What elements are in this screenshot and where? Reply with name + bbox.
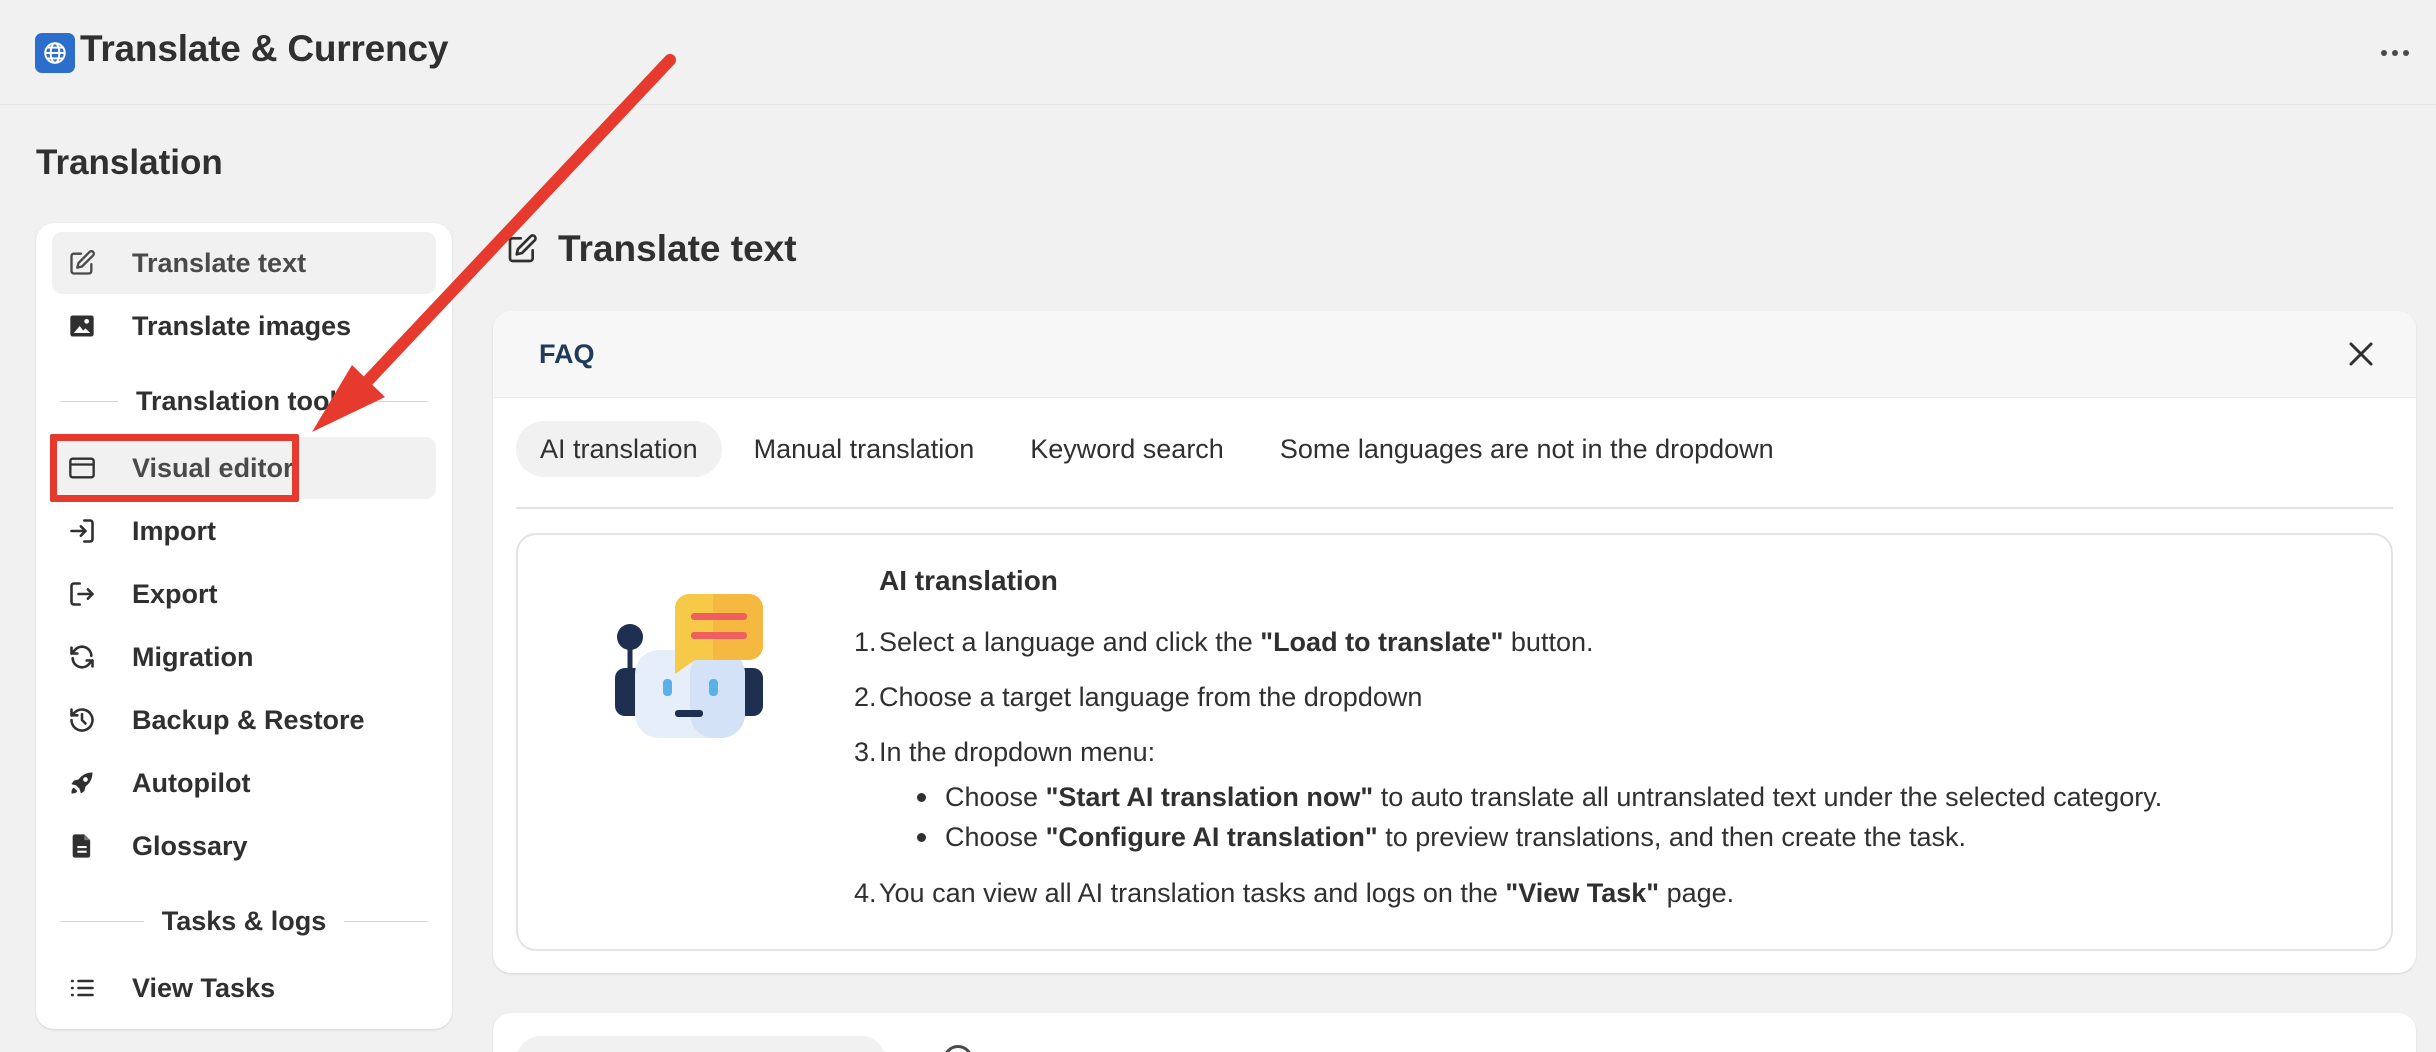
- step-text: Choose a target language from the dropdo…: [879, 682, 1423, 712]
- section-tasks-logs: Tasks & logs: [60, 903, 428, 939]
- step-number: 4.: [854, 878, 877, 908]
- step-text: In the dropdown menu:: [879, 737, 1156, 767]
- bottom-tab[interactable]: [516, 1036, 886, 1052]
- edit-icon: [68, 249, 96, 277]
- main-title: Translate text: [558, 228, 797, 269]
- step-text: to auto translate all untranslated text …: [1373, 782, 2163, 812]
- sidebar-item-import[interactable]: Import: [52, 500, 436, 562]
- step-bold-text: "Load to translate": [1260, 627, 1504, 657]
- divider: [60, 400, 118, 402]
- robot-chat-icon: [615, 594, 763, 738]
- import-icon: [68, 517, 96, 545]
- faq-header: FAQ: [493, 311, 2416, 398]
- tabs-divider: [516, 507, 2393, 509]
- sub-list: Choose "Start AI translation now" to aut…: [879, 777, 2354, 857]
- step-text: button.: [1503, 627, 1594, 657]
- step-3: 3. In the dropdown menu: Choose "Start A…: [854, 735, 2354, 857]
- edit-icon: [506, 233, 538, 265]
- close-button[interactable]: [2343, 336, 2379, 372]
- sidebar-item-translate-text[interactable]: Translate text: [52, 232, 436, 294]
- list-icon: [68, 974, 96, 1002]
- step-bold-text: "Start AI translation now": [1045, 782, 1374, 812]
- sidebar-item-autopilot[interactable]: Autopilot: [52, 752, 436, 814]
- faq-title: FAQ: [539, 339, 595, 369]
- sidebar-item-label: Migration: [132, 642, 254, 672]
- step-text: Select a language and click the: [879, 627, 1261, 657]
- export-icon: [68, 580, 96, 608]
- sidebar-item-label: Autopilot: [132, 768, 251, 798]
- bottom-card: [493, 1013, 2416, 1052]
- content-title: AI translation: [879, 565, 1058, 596]
- divider: [344, 920, 428, 922]
- faq-content: AI translation 1. Select a language and …: [516, 533, 2393, 951]
- document-icon: [68, 832, 96, 860]
- sidebar-item-label: Export: [132, 579, 218, 609]
- faq-card: FAQ AI translation Manual translation Ke…: [493, 311, 2416, 973]
- step-text: Choose: [945, 782, 1046, 812]
- sidebar-item-translate-images[interactable]: Translate images: [52, 295, 436, 357]
- tab-languages-not-in-dropdown[interactable]: Some languages are not in the dropdown: [1256, 421, 1798, 477]
- divider: [370, 400, 428, 402]
- dot-icon: [2392, 50, 2398, 56]
- page-heading: Translation: [36, 143, 223, 182]
- sidebar-item-label: Translate text: [132, 248, 307, 278]
- sidebar-item-label: Translate images: [132, 311, 352, 341]
- tab-keyword-search[interactable]: Keyword search: [1006, 421, 1248, 477]
- section-label: Tasks & logs: [161, 905, 327, 936]
- sidebar-item-backup-restore[interactable]: Backup & Restore: [52, 689, 436, 751]
- step-text: You can view all AI translation tasks an…: [879, 878, 1506, 908]
- app-title: Translate & Currency: [80, 28, 449, 69]
- list-item: Choose "Start AI translation now" to aut…: [913, 777, 2354, 817]
- top-bar: Translate & Currency: [0, 0, 2436, 105]
- sidebar-item-migration[interactable]: Migration: [52, 626, 436, 688]
- sidebar-item-label: Backup & Restore: [132, 705, 365, 735]
- tab-ai-translation[interactable]: AI translation: [516, 421, 722, 477]
- globe-icon: [35, 33, 75, 73]
- step-text: Choose: [945, 822, 1046, 852]
- instruction-steps: 1. Select a language and click the "Load…: [854, 625, 2354, 910]
- divider: [60, 920, 144, 922]
- faq-tabs: AI translation Manual translation Keywor…: [516, 421, 1806, 477]
- highlight-box-annotation: [50, 434, 299, 502]
- more-options-button[interactable]: [2372, 30, 2418, 76]
- sidebar-item-glossary[interactable]: Glossary: [52, 815, 436, 877]
- step-bold-text: "Configure AI translation": [1045, 822, 1378, 852]
- sidebar-item-view-tasks[interactable]: View Tasks: [52, 957, 436, 1019]
- sidebar-item-label: View Tasks: [132, 973, 276, 1003]
- close-icon: [2349, 342, 2373, 366]
- dot-icon: [2381, 50, 2387, 56]
- dot-icon: [2403, 50, 2409, 56]
- sidebar-item-export[interactable]: Export: [52, 563, 436, 625]
- step-number: 1.: [854, 627, 877, 657]
- step-number: 3.: [854, 737, 877, 767]
- main-title-row: Translate text: [506, 228, 797, 270]
- step-1: 1. Select a language and click the "Load…: [854, 625, 2354, 659]
- help-icon[interactable]: [943, 1045, 973, 1052]
- step-bold-text: "View Task": [1505, 878, 1660, 908]
- sidebar: Translate text Translate images Translat…: [36, 223, 452, 1029]
- step-text: to preview translations, and then create…: [1377, 822, 1967, 852]
- section-label: Translation tools: [135, 385, 353, 416]
- section-translation-tools: Translation tools: [60, 383, 428, 419]
- tab-manual-translation[interactable]: Manual translation: [730, 421, 999, 477]
- sidebar-item-label: Glossary: [132, 831, 248, 861]
- history-icon: [68, 706, 96, 734]
- rocket-icon: [68, 769, 96, 797]
- step-4: 4. You can view all AI translation tasks…: [854, 876, 2354, 910]
- image-icon: [68, 312, 96, 340]
- refresh-icon: [68, 643, 96, 671]
- step-2: 2. Choose a target language from the dro…: [854, 680, 2354, 714]
- step-text: page.: [1659, 878, 1735, 908]
- sidebar-item-label: Import: [132, 516, 216, 546]
- list-item: Choose "Configure AI translation" to pre…: [913, 817, 2354, 857]
- step-number: 2.: [854, 682, 877, 712]
